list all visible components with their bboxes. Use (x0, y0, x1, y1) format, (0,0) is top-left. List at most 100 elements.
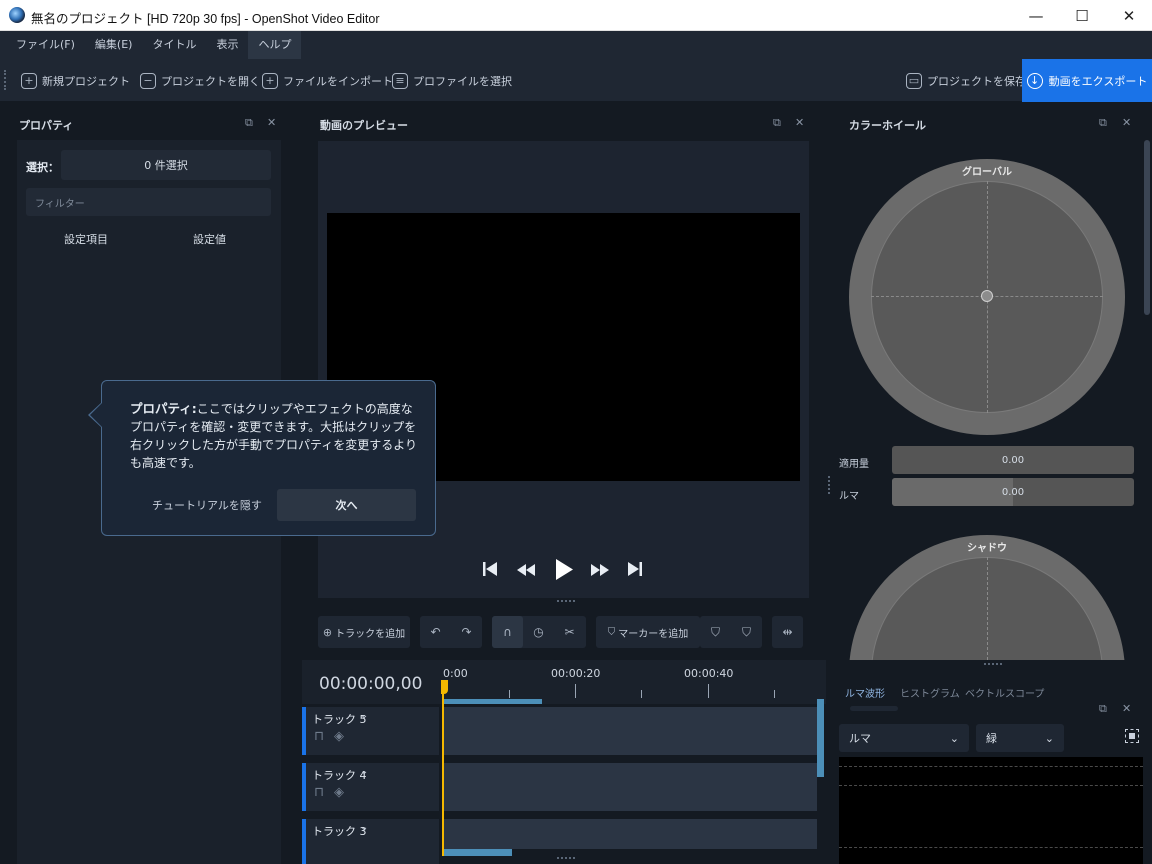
chevron-down-icon: ⌄ (1044, 731, 1054, 745)
playhead-line[interactable] (442, 680, 444, 856)
tab-luma-waveform[interactable]: ルマ波形 (845, 685, 885, 700)
menu-view[interactable]: 表示 (206, 31, 248, 59)
new-project-label: 新規プロジェクト (42, 74, 130, 88)
shadow-label: シャドウ (967, 543, 1007, 554)
undo-icon[interactable]: ↶ (420, 616, 451, 648)
minimize-button[interactable]: — (1013, 0, 1059, 31)
splitter-handle[interactable] (557, 600, 575, 603)
choose-profile-label: プロファイルを選択 (413, 74, 512, 88)
menu-title[interactable]: タイトル (142, 31, 206, 59)
center-playhead-group: ⇹ (772, 616, 803, 648)
ruler-label-20: 00:00:20 (551, 667, 601, 680)
marker-nav-group: ⛉ ⛉ (700, 616, 762, 648)
next-marker-icon[interactable]: ⛉ (731, 616, 762, 648)
splitter-handle[interactable] (828, 476, 831, 494)
close-panel-icon[interactable]: ✕ (1122, 116, 1131, 129)
track-header[interactable]: トラック 4 ⌄ ⊓ ◈ (302, 763, 439, 811)
lock-icon[interactable]: ⊓ (314, 729, 324, 744)
previous-marker-icon[interactable]: ⛉ (700, 616, 731, 648)
close-panel-icon[interactable]: ✕ (1122, 702, 1131, 715)
amount-slider[interactable]: 0.00 (892, 446, 1134, 474)
add-marker-label: マーカーを追加 (618, 628, 689, 640)
chevron-down-icon[interactable]: ⌄ (360, 766, 368, 777)
keyframe-icon[interactable]: ◈ (334, 729, 344, 744)
snap-icon[interactable]: ∩ (492, 616, 523, 648)
timing-icon[interactable]: ◷ (523, 616, 554, 648)
chevron-down-icon[interactable]: ⌄ (360, 710, 368, 721)
close-panel-icon[interactable]: ✕ (795, 116, 804, 129)
toolbar-grip[interactable] (4, 70, 7, 90)
center-timeline-icon[interactable]: ⇹ (772, 616, 803, 648)
splitter-handle[interactable] (557, 857, 575, 860)
tab-histogram[interactable]: ヒストグラム (900, 685, 960, 700)
keyframe-icon[interactable]: ◈ (334, 785, 344, 800)
ruler-tick (641, 690, 642, 698)
ruler-tick (575, 684, 576, 698)
menu-file[interactable]: ファイル(F) (6, 31, 85, 59)
splitter-handle[interactable] (984, 663, 1002, 666)
chevron-down-icon[interactable]: ⌄ (360, 822, 368, 833)
maximize-button[interactable]: ☐ (1059, 0, 1105, 31)
close-panel-icon[interactable]: ✕ (267, 116, 276, 129)
luma-slider[interactable]: 0.00 (892, 478, 1134, 506)
choose-profile-button[interactable]: ≡ プロファイルを選択 (392, 59, 512, 102)
panel-scrollbar[interactable] (1144, 140, 1150, 315)
tab-scrollbar[interactable] (850, 706, 898, 711)
track-header[interactable]: トラック 5 ⌄ ⊓ ◈ (302, 707, 439, 755)
title-bar: 無名のプロジェクト [HD 720p 30 fps] - OpenShot Vi… (0, 0, 1152, 31)
hide-tutorial-button[interactable]: チュートリアルを隠す (152, 497, 262, 513)
jump-start-icon[interactable] (482, 560, 498, 578)
column-property[interactable]: 設定項目 (64, 231, 108, 247)
next-button[interactable]: 次へ (277, 489, 416, 521)
menu-help[interactable]: ヘルプ (248, 31, 302, 59)
track-header[interactable]: トラック 3 ⌄ (302, 819, 439, 864)
track-lane[interactable] (443, 707, 817, 755)
fast-forward-icon[interactable] (590, 563, 610, 577)
wheel-handle[interactable] (981, 290, 993, 302)
track-lane[interactable] (443, 763, 817, 811)
tutorial-text: プロパティ:ここではクリップやエフェクトの高度なプロパティを確認・変更できます。… (130, 400, 420, 472)
open-project-button[interactable]: − プロジェクトを開く (140, 59, 260, 102)
fit-view-icon[interactable] (1125, 729, 1139, 743)
export-video-button[interactable]: ↓ 動画をエクスポート (1022, 59, 1152, 102)
close-button[interactable]: ✕ (1106, 0, 1152, 31)
jump-end-icon[interactable] (627, 560, 643, 578)
float-icon[interactable]: ⧉ (245, 116, 253, 130)
waveform-gridline (839, 785, 1143, 786)
float-icon[interactable]: ⧉ (773, 116, 781, 130)
razor-icon[interactable]: ✂ (554, 616, 585, 648)
scope-mode-select[interactable]: ルマ ⌄ (839, 724, 969, 752)
add-track-button[interactable]: ⊕ トラックを追加 (318, 616, 410, 648)
redo-icon[interactable]: ↷ (451, 616, 482, 648)
scope-color-select[interactable]: 緑 ⌄ (976, 724, 1064, 752)
add-marker-button[interactable]: ⛉ マーカーを追加 (596, 616, 700, 648)
track-name: トラック 3 (312, 825, 367, 838)
new-project-button[interactable]: + 新規プロジェクト (21, 59, 130, 102)
horizontal-scrollbar[interactable] (443, 849, 512, 856)
filter-input[interactable]: フィルター (26, 188, 271, 216)
float-icon[interactable]: ⧉ (1099, 116, 1107, 130)
menu-edit[interactable]: 編集(E) (85, 31, 143, 59)
ruler-tick (708, 684, 709, 698)
new-project-icon: + (21, 72, 37, 89)
tab-vectorscope[interactable]: ベクトルスコープ (965, 685, 1044, 700)
save-project-button[interactable]: ▭ プロジェクトを保存 (906, 59, 1026, 102)
import-files-button[interactable]: + ファイルをインポート (262, 59, 393, 102)
column-value[interactable]: 設定値 (193, 231, 226, 247)
vertical-scrollbar[interactable] (817, 699, 824, 777)
track-lane[interactable] (443, 819, 817, 849)
playhead-handle[interactable] (441, 680, 448, 694)
preview-title: 動画のプレビュー (320, 119, 408, 132)
amount-label: 適用量 (839, 459, 869, 470)
lock-icon[interactable]: ⊓ (314, 785, 324, 800)
timeline-scroll-indicator[interactable] (443, 699, 542, 704)
float-icon[interactable]: ⧉ (1099, 702, 1107, 716)
play-icon[interactable] (554, 558, 574, 581)
luma-label: ルマ (839, 491, 859, 502)
scope-color-value: 緑 (986, 732, 997, 745)
rewind-icon[interactable] (516, 563, 536, 577)
ruler-label-40: 00:00:40 (684, 667, 734, 680)
save-project-label: プロジェクトを保存 (927, 74, 1026, 88)
timecode: 00:00:00,00 (319, 674, 423, 694)
selection-dropdown[interactable]: 0 件選択 (61, 150, 271, 180)
